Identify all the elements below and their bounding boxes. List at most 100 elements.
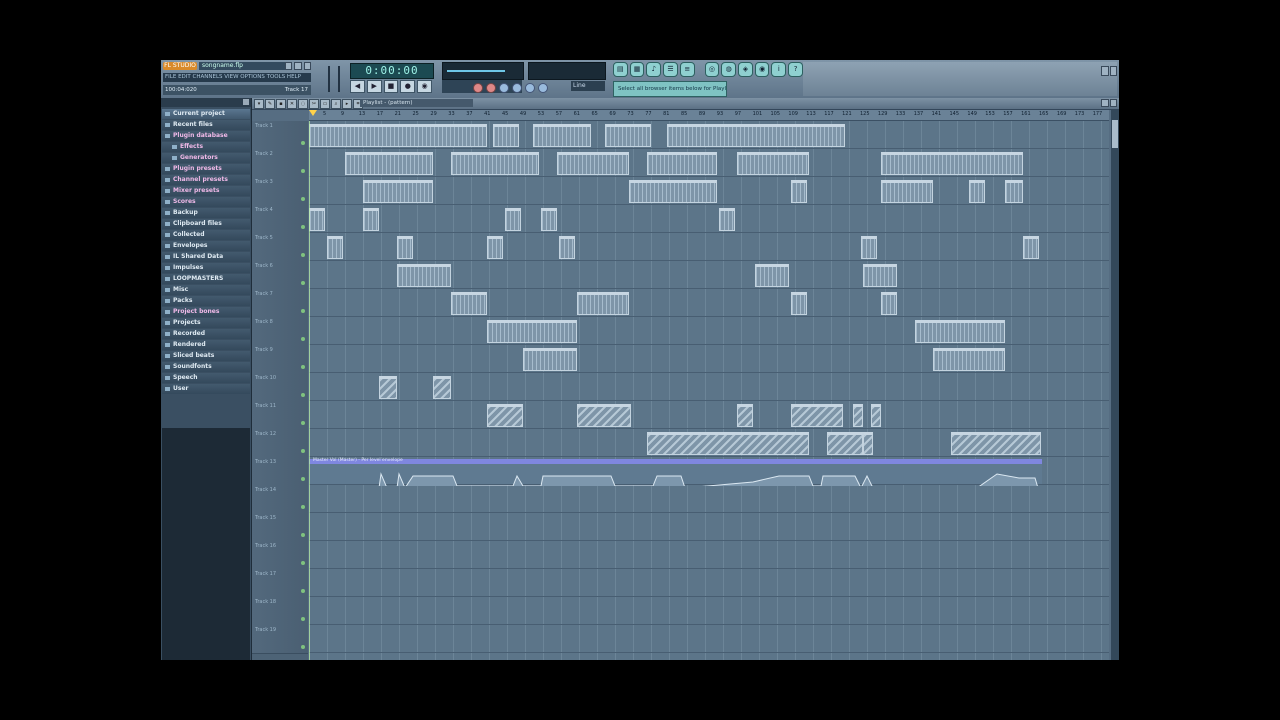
- snap-mode-select[interactable]: Line: [571, 81, 605, 91]
- browser-item[interactable]: IL Shared Data: [162, 252, 250, 262]
- track-mute-led[interactable]: [301, 477, 305, 481]
- pattern-clip[interactable]: [451, 292, 487, 315]
- browser-item[interactable]: Clipboard files: [162, 219, 250, 229]
- loop-button[interactable]: ◉: [417, 80, 432, 93]
- browser-item[interactable]: Recent files: [162, 120, 250, 130]
- track-mute-led[interactable]: [301, 141, 305, 145]
- browser-item[interactable]: Generators: [162, 153, 250, 163]
- track-header[interactable]: Track 13: [252, 457, 308, 486]
- pattern-clip[interactable]: [881, 152, 1023, 175]
- help-icon[interactable]: ?: [788, 61, 803, 77]
- track-mute-led[interactable]: [301, 253, 305, 257]
- brush-icon[interactable]: ▪: [276, 99, 286, 109]
- browser-item[interactable]: Collected: [162, 230, 250, 240]
- track-header[interactable]: Track 4: [252, 205, 308, 234]
- track-header[interactable]: Track 11: [252, 401, 308, 430]
- pattern-clip[interactable]: [863, 432, 873, 455]
- pattern-clip[interactable]: [827, 432, 863, 455]
- pattern-clip[interactable]: [577, 292, 629, 315]
- pattern-clip[interactable]: [791, 404, 843, 427]
- pattern-clip[interactable]: [493, 124, 519, 147]
- browser-item[interactable]: Speech: [162, 373, 250, 383]
- pattern-clip[interactable]: [881, 292, 897, 315]
- pattern-clip[interactable]: [737, 152, 809, 175]
- save-icon[interactable]: ◈: [738, 61, 753, 77]
- browser-item[interactable]: Backup: [162, 208, 250, 218]
- track-mute-led[interactable]: [301, 561, 305, 565]
- track-header[interactable]: Track 19: [252, 625, 308, 654]
- delete-icon[interactable]: ✕: [287, 99, 297, 109]
- mixer-icon[interactable]: ≡: [679, 61, 695, 77]
- pattern-clip[interactable]: [667, 124, 845, 147]
- track-header[interactable]: Track 12: [252, 429, 308, 458]
- track-header[interactable]: Track 1: [252, 121, 308, 150]
- browser-item[interactable]: Rendered: [162, 340, 250, 350]
- pattern-clip[interactable]: [1005, 180, 1023, 203]
- pattern-clip[interactable]: [559, 236, 575, 259]
- zoom-icon[interactable]: ⌕: [331, 99, 341, 109]
- track-header[interactable]: Track 9: [252, 345, 308, 374]
- pattern-clip[interactable]: [863, 264, 897, 287]
- pattern-clip[interactable]: [523, 348, 577, 371]
- track-header[interactable]: Track 18: [252, 597, 308, 626]
- browser-item[interactable]: Sliced beats: [162, 351, 250, 361]
- pattern-clip[interactable]: [327, 236, 343, 259]
- track-mute-led[interactable]: [301, 589, 305, 593]
- pattern-clip[interactable]: [345, 152, 433, 175]
- pattern-clip[interactable]: [933, 348, 1005, 371]
- cpu-icon[interactable]: ◍: [721, 61, 737, 77]
- pattern-clip[interactable]: [791, 180, 807, 203]
- plugin-icon[interactable]: ◎: [704, 61, 720, 77]
- master-volume-slider[interactable]: [328, 66, 330, 92]
- blend-icon[interactable]: [486, 82, 496, 93]
- pattern-clip[interactable]: [647, 432, 809, 455]
- pattern-clip[interactable]: [533, 124, 591, 147]
- close-icon[interactable]: [1109, 66, 1117, 76]
- browser-item[interactable]: Misc: [162, 285, 250, 295]
- master-sliders[interactable]: [324, 63, 346, 95]
- browser-item[interactable]: Scores: [162, 197, 250, 207]
- pattern-clip[interactable]: [737, 404, 753, 427]
- pattern-clip[interactable]: [791, 292, 807, 315]
- track-mute-led[interactable]: [301, 225, 305, 229]
- wait-icon[interactable]: [525, 82, 535, 93]
- pattern-clip[interactable]: [871, 404, 881, 427]
- track-mute-led[interactable]: [301, 449, 305, 453]
- browser-item[interactable]: Effects: [162, 142, 250, 152]
- track-header[interactable]: Track 3: [252, 177, 308, 206]
- pattern-clip[interactable]: [397, 236, 413, 259]
- rewind-button[interactable]: ◀: [350, 80, 365, 93]
- countdown-icon[interactable]: [538, 82, 548, 93]
- browser-item[interactable]: Project bones: [162, 307, 250, 317]
- maximize-icon[interactable]: [1101, 99, 1109, 107]
- track-mute-led[interactable]: [301, 169, 305, 173]
- track-header[interactable]: Track 6: [252, 261, 308, 290]
- track-mute-led[interactable]: [301, 309, 305, 313]
- main-menu[interactable]: FILE EDIT CHANNELS VIEW OPTIONS TOOLS HE…: [163, 73, 311, 82]
- browser-item[interactable]: Recorded: [162, 329, 250, 339]
- pattern-clip[interactable]: [487, 404, 523, 427]
- track-mute-led[interactable]: [301, 421, 305, 425]
- timeline-ruler[interactable]: 5 9 13 17 21 25 29 33 37 41 45 49 53 57 61 65 69 73 77 81 85…: [309, 110, 1109, 121]
- track-header[interactable]: Track 14: [252, 485, 308, 514]
- pattern-clip[interactable]: [487, 236, 503, 259]
- pattern-clip[interactable]: [853, 404, 863, 427]
- app-logo[interactable]: FL STUDIO: [163, 62, 197, 70]
- track-header[interactable]: Track 8: [252, 317, 308, 346]
- pattern-clip[interactable]: [861, 236, 877, 259]
- record-icon[interactable]: [473, 82, 483, 93]
- master-pitch-slider[interactable]: [338, 66, 340, 92]
- track-mute-led[interactable]: [301, 281, 305, 285]
- pattern-clip[interactable]: [433, 376, 451, 399]
- slice-icon[interactable]: ✂: [309, 99, 319, 109]
- browser-item[interactable]: Mixer presets: [162, 186, 250, 196]
- pattern-clip[interactable]: [647, 152, 717, 175]
- scrollbar-thumb[interactable]: [1112, 120, 1118, 148]
- pattern-clip[interactable]: [309, 124, 487, 147]
- track-mute-led[interactable]: [301, 337, 305, 341]
- browser-item[interactable]: Current project: [162, 109, 250, 119]
- pattern-clip[interactable]: [577, 404, 631, 427]
- track-mute-led[interactable]: [301, 393, 305, 397]
- pattern-clip[interactable]: [487, 320, 577, 343]
- browser-item[interactable]: LOOPMASTERS: [162, 274, 250, 284]
